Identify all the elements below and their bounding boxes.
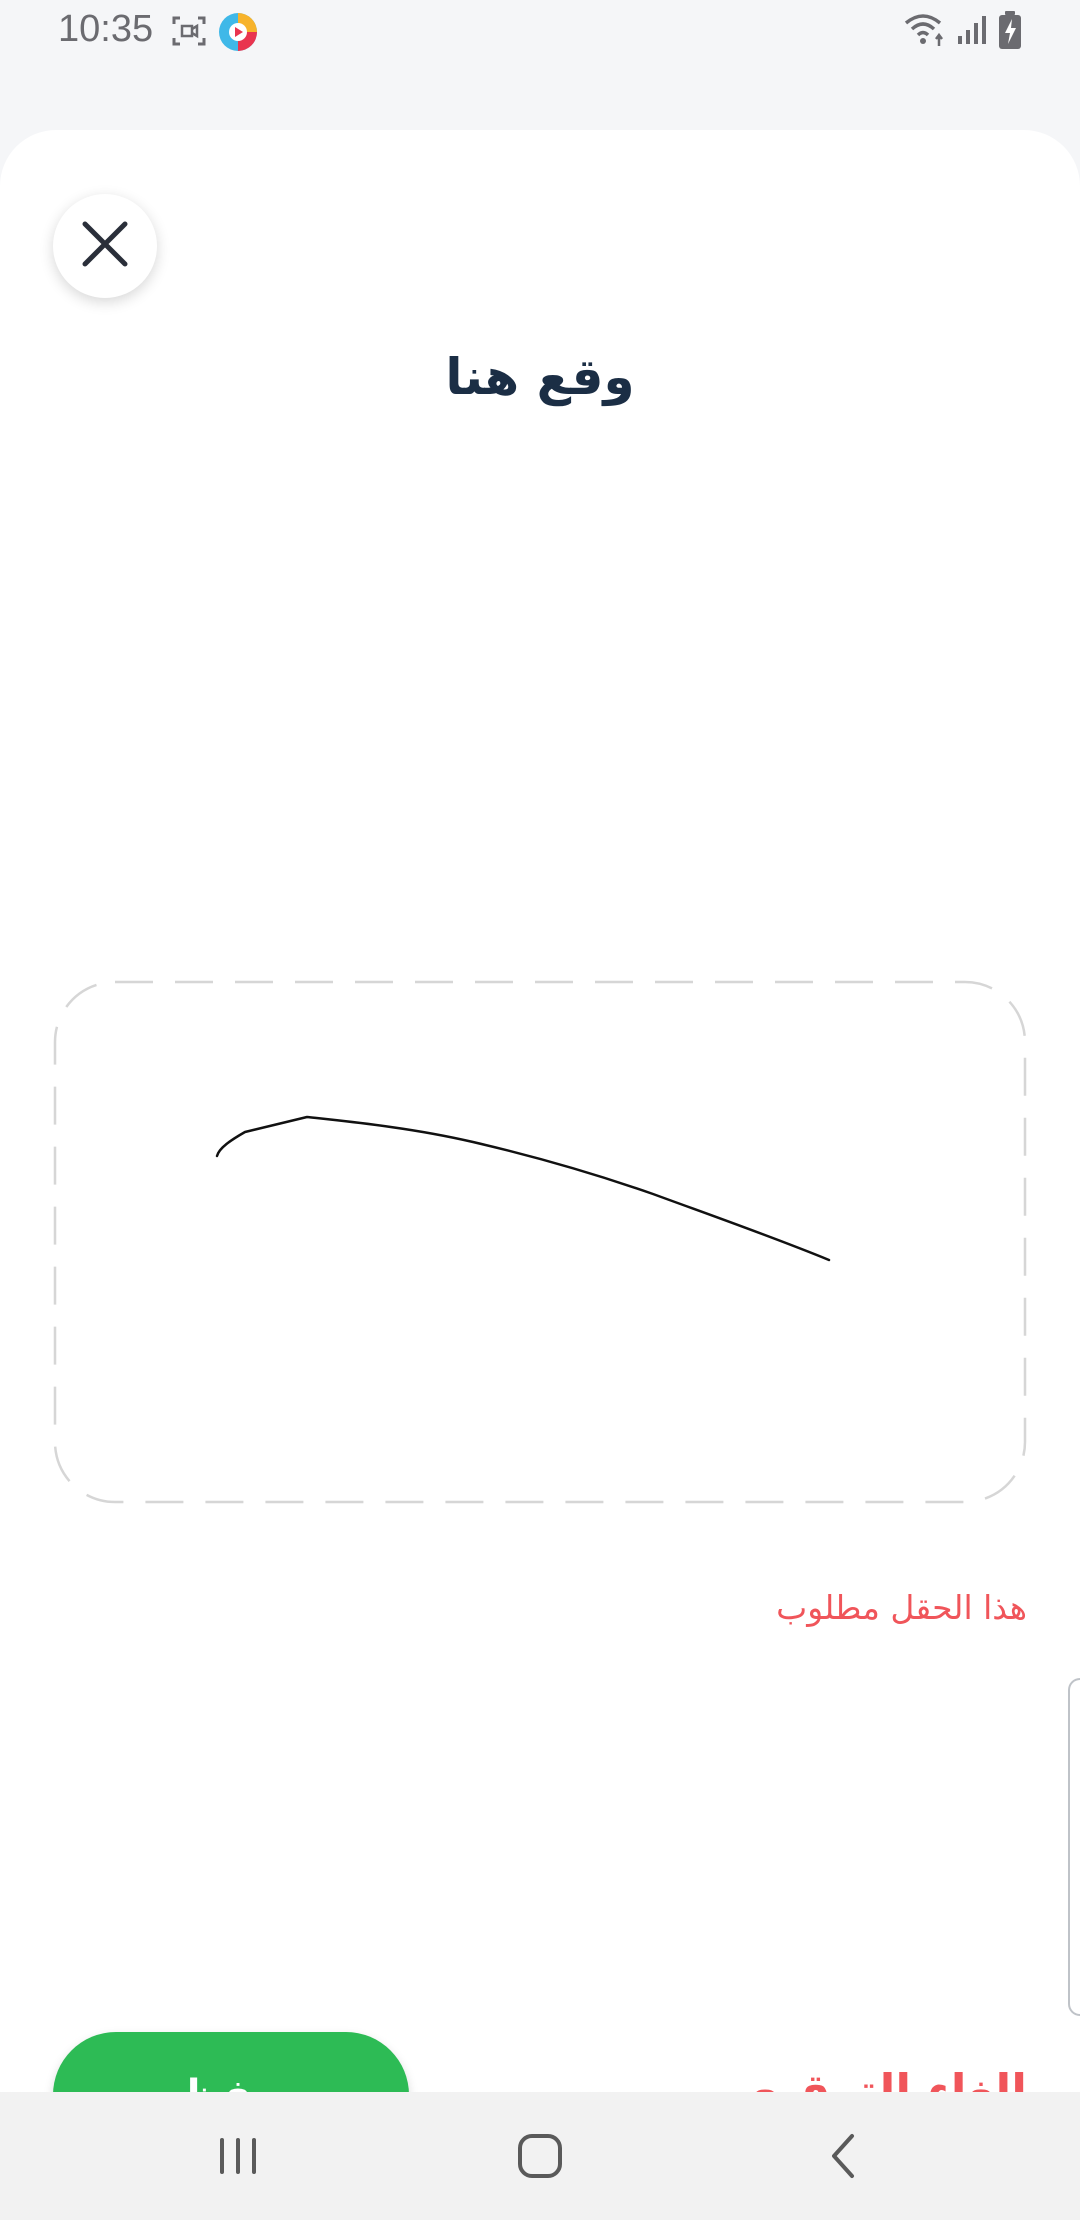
wifi-icon bbox=[903, 12, 947, 52]
home-icon[interactable] bbox=[510, 2126, 570, 2186]
battery-charging-icon bbox=[998, 10, 1022, 54]
signature-stroke bbox=[215, 1115, 831, 1262]
signature-pad-border bbox=[53, 980, 1027, 1504]
close-button[interactable] bbox=[53, 194, 157, 298]
recent-apps-icon[interactable] bbox=[208, 2126, 268, 2186]
screen-record-icon bbox=[172, 16, 206, 50]
status-time: 10:35 bbox=[58, 8, 154, 50]
required-field-error: هذا الحقل مطلوب bbox=[776, 1588, 1027, 1627]
navigation-bar bbox=[0, 2092, 1080, 2220]
app-notification-icon bbox=[218, 12, 258, 56]
signature-pad[interactable] bbox=[53, 980, 1027, 1504]
signature-sheet: وقع هنا هذا الحقل مطلوب حفظ إلغاء التوقي… bbox=[0, 130, 1080, 2158]
back-icon[interactable] bbox=[814, 2126, 874, 2186]
scroll-indicator bbox=[1068, 1678, 1080, 2016]
close-icon bbox=[81, 220, 129, 272]
screen: 10:35 وقع هنا هذا الحقل مطلوب إلغاء التو… bbox=[0, 0, 1080, 2220]
status-bar: 10:35 bbox=[0, 0, 1080, 62]
page-title: وقع هنا bbox=[445, 348, 635, 406]
signal-icon bbox=[956, 14, 988, 50]
